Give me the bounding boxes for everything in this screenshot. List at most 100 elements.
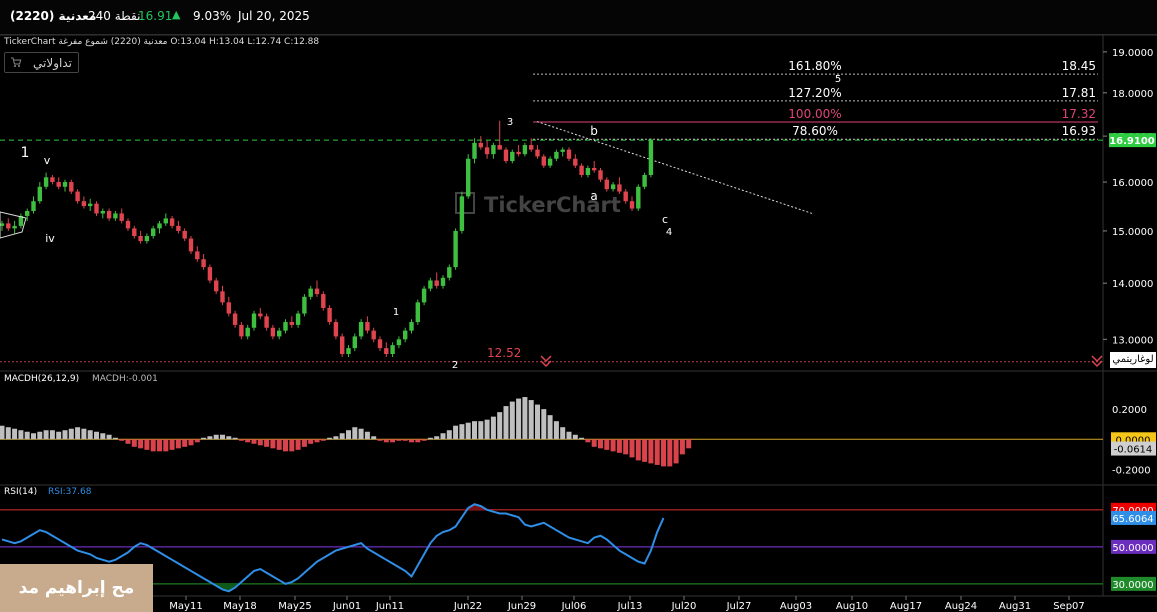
macd-bar: [213, 434, 219, 440]
candle-body: [6, 223, 11, 229]
watermark-logo-icon: [455, 192, 475, 214]
candle-body: [636, 186, 641, 209]
macd-bar: [18, 430, 24, 440]
macd-bar: [24, 431, 30, 440]
macd-bar: [585, 439, 591, 443]
macd-bar: [56, 431, 62, 440]
candle-body: [0, 223, 5, 226]
macd-bar: [125, 439, 131, 444]
macd-bar: [591, 439, 597, 447]
chart-screen: معدنية (2220) 240 نقطة 16.91 ▲ 9.03% Jul…: [0, 0, 1157, 612]
macd-bar: [642, 439, 648, 462]
macd-bar: [566, 431, 572, 440]
candle-body: [459, 196, 465, 231]
macd-bar: [5, 427, 11, 440]
macd-bar: [459, 424, 465, 440]
wave-label: v: [44, 154, 51, 167]
candle-body: [592, 167, 597, 171]
macd-bar: [43, 430, 49, 440]
candle-body: [157, 223, 162, 229]
candle-body: [251, 313, 257, 328]
low-marker-icon: [540, 355, 552, 368]
macd-bar: [390, 439, 396, 443]
edge-marker-icon: [1091, 355, 1103, 368]
macd-bar: [201, 437, 207, 440]
candle-body: [308, 288, 313, 297]
wave-label: b: [590, 124, 598, 138]
macd-bar: [245, 439, 251, 443]
macd-title: MACDH(26,12,9): [4, 374, 80, 384]
candle-body: [31, 201, 36, 211]
candle-body: [447, 267, 452, 278]
macd-bar: [371, 436, 377, 440]
candle-body: [283, 322, 288, 331]
candle-body: [478, 142, 483, 148]
x-axis-label: May25: [278, 601, 311, 612]
macd-bar: [383, 439, 389, 443]
candle-body: [598, 170, 603, 180]
macd-bar: [364, 431, 370, 440]
macd-bar: [478, 421, 484, 440]
candle-body: [138, 235, 143, 242]
candle-body: [289, 322, 294, 325]
macd-bar: [409, 439, 414, 443]
candle-body: [421, 288, 427, 303]
candle-body: [547, 158, 553, 166]
price-axis-label: 14.0000: [1112, 279, 1153, 290]
candle-body: [125, 220, 131, 229]
chart-watermark: TickerChart: [484, 193, 621, 217]
candle-body: [434, 280, 439, 286]
macd-bar: [320, 439, 326, 441]
candle-body: [245, 327, 250, 337]
chart-svg[interactable]: 19.000018.000017.000016.000015.000014.00…: [0, 0, 1157, 612]
macd-bar: [295, 439, 301, 450]
candle-body: [623, 191, 628, 202]
macd-bar: [686, 439, 692, 449]
macd-bar: [314, 439, 320, 443]
candle-body: [43, 177, 49, 187]
candle-body: [220, 291, 225, 303]
fib-value-label: 17.32: [1062, 107, 1096, 121]
macd-bar: [415, 439, 421, 443]
candle-body: [56, 182, 61, 187]
candle-body: [151, 228, 156, 236]
macd-bar: [654, 439, 660, 465]
macd-bar: [635, 439, 641, 461]
macd-bar: [516, 398, 522, 440]
macd-bar: [560, 427, 566, 440]
x-axis-label: Jun01: [332, 601, 361, 612]
macd-bar: [12, 428, 18, 440]
macd-bar: [610, 439, 616, 452]
candle-body: [75, 191, 80, 202]
macd-bar: [541, 409, 547, 440]
x-axis-label: Jul27: [726, 601, 752, 612]
macd-bar: [440, 433, 446, 440]
macd-bar: [220, 434, 225, 440]
macd-bar: [396, 439, 402, 441]
macd-bar: [421, 439, 427, 441]
x-axis-label: Jun22: [453, 601, 482, 612]
candle-body: [371, 330, 376, 340]
macd-bar: [270, 439, 276, 449]
macd-bar: [131, 439, 137, 447]
wave-label: iv: [45, 232, 55, 245]
macd-value: MACDH:-0.001: [92, 374, 158, 384]
candle-body: [100, 210, 105, 214]
candle-body: [415, 302, 420, 323]
candle-body: [81, 201, 87, 207]
candle-body: [610, 184, 616, 190]
candle-body: [214, 280, 219, 292]
wave-label: 2: [452, 360, 458, 371]
macd-bar: [112, 437, 118, 440]
candle-body: [377, 339, 383, 349]
candle-body: [453, 230, 458, 268]
macd-bar: [207, 436, 213, 440]
log-scale-button[interactable]: لوغاريتمي: [1110, 352, 1156, 368]
macd-bar: [623, 439, 629, 455]
x-axis-label: May11: [169, 601, 202, 612]
candle-body: [258, 313, 263, 317]
macd-bar: [308, 439, 314, 444]
candle-body: [503, 149, 509, 162]
macd-bar: [535, 404, 540, 440]
candle-body: [472, 142, 477, 159]
